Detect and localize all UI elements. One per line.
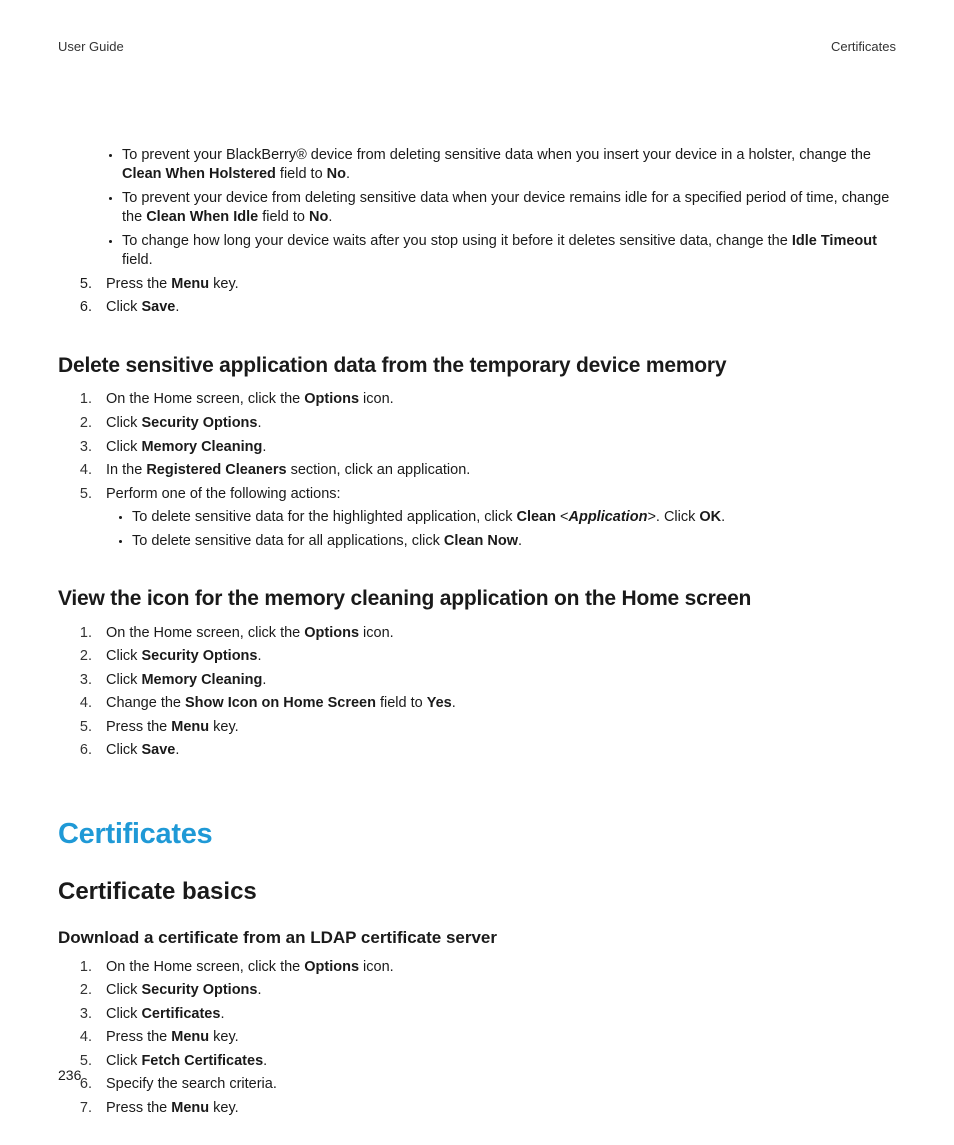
list-item: Click Security Options. [96, 647, 896, 667]
header-left: User Guide [58, 38, 124, 56]
list-item: Click Fetch Certificates. [96, 1052, 896, 1072]
list-item: Press the Menu key. [96, 718, 896, 738]
list-item: To delete sensitive data for all applica… [132, 532, 896, 552]
list-item: Click Certificates. [96, 1005, 896, 1025]
list-item: Press the Menu key. [96, 1028, 896, 1048]
list-item: Press the Menu key. [96, 275, 896, 295]
list-item: Click Save. [96, 298, 896, 318]
continue-steps: Press the Menu key. Click Save. [58, 275, 896, 318]
list-item: Press the Menu key. [96, 1099, 896, 1119]
section-heading-view-icon: View the icon for the memory cleaning ap… [58, 585, 896, 613]
list-item: To delete sensitive data for the highlig… [132, 508, 896, 528]
page-header: User Guide Certificates [58, 38, 896, 56]
topic-heading-download-ldap: Download a certificate from an LDAP cert… [58, 927, 896, 950]
list-item: On the Home screen, click the Options ic… [96, 624, 896, 644]
list-item: Click Security Options. [96, 981, 896, 1001]
sec1-sub-bullets: To delete sensitive data for the highlig… [106, 508, 896, 551]
initial-bullets: To prevent your BlackBerry® device from … [58, 146, 896, 271]
list-item: To prevent your device from deleting sen… [122, 189, 896, 228]
list-item: In the Registered Cleaners section, clic… [96, 461, 896, 481]
list-item: To prevent your BlackBerry® device from … [122, 146, 896, 185]
list-item: Change the Show Icon on Home Screen fiel… [96, 694, 896, 714]
list-item: On the Home screen, click the Options ic… [96, 958, 896, 978]
list-item: Specify the search criteria. [96, 1075, 896, 1095]
sec1-steps: On the Home screen, click the Options ic… [58, 390, 896, 551]
list-item: Click Memory Cleaning. [96, 671, 896, 691]
page-number: 236 [58, 1066, 81, 1085]
list-item: To change how long your device waits aft… [122, 232, 896, 271]
sec2-steps: On the Home screen, click the Options ic… [58, 624, 896, 761]
list-item: Click Memory Cleaning. [96, 438, 896, 458]
list-item: On the Home screen, click the Options ic… [96, 390, 896, 410]
sec3-steps: On the Home screen, click the Options ic… [58, 958, 896, 1119]
header-right: Certificates [831, 38, 896, 56]
list-item: Click Security Options. [96, 414, 896, 434]
list-item: Perform one of the following actions: To… [96, 485, 896, 552]
subchapter-heading-certificate-basics: Certificate basics [58, 876, 896, 908]
list-item: Click Save. [96, 741, 896, 761]
chapter-heading-certificates: Certificates [58, 815, 896, 854]
section-heading-delete-memory: Delete sensitive application data from t… [58, 352, 896, 380]
